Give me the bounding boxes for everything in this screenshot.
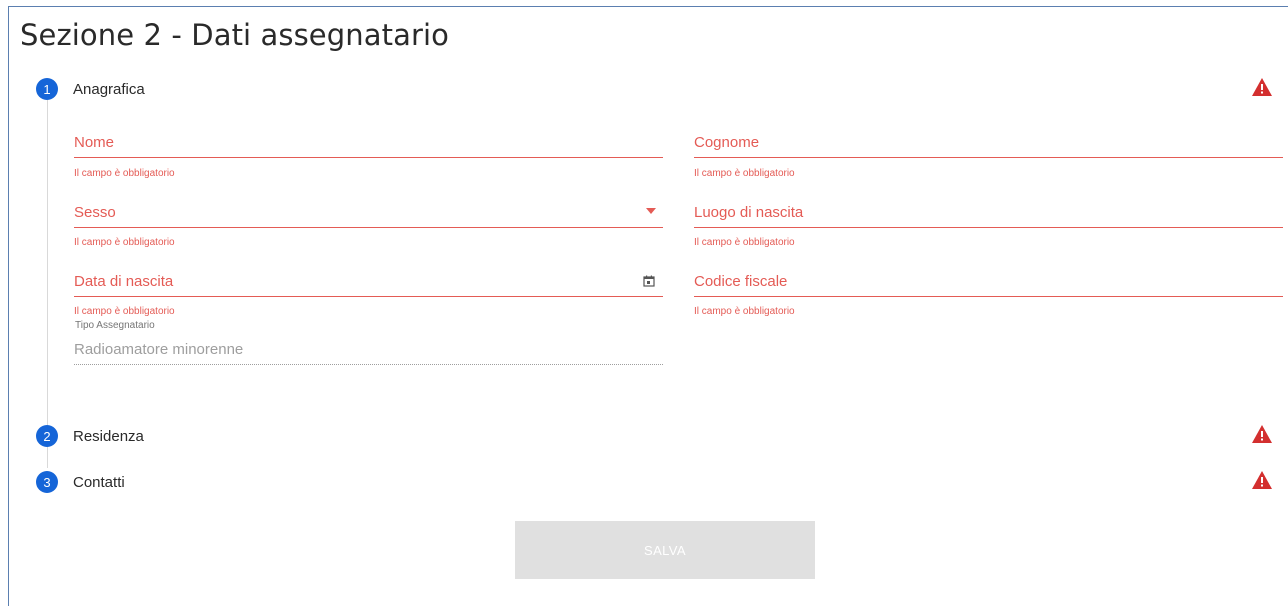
page-title: Sezione 2 - Dati assegnatario (20, 18, 449, 52)
panel-border (8, 6, 1288, 606)
step-residenza[interactable]: 2 Residenza (36, 424, 144, 448)
stepper-line (47, 100, 48, 468)
data-nascita-error: Il campo è obbligatorio (74, 306, 175, 317)
nome-error: Il campo è obbligatorio (74, 168, 175, 179)
luogo-nascita-label: Luogo di nascita (694, 204, 804, 221)
save-button[interactable]: SALVA (515, 521, 815, 579)
nome-label: Nome (74, 134, 115, 151)
warning-icon (1252, 425, 1272, 443)
codice-fiscale-error: Il campo è obbligatorio (694, 306, 795, 317)
step-number: 1 (36, 78, 58, 100)
tipo-assegnatario-label: Tipo Assegnatario (75, 320, 155, 331)
cognome-error: Il campo è obbligatorio (694, 168, 795, 179)
sesso-select[interactable]: Sesso (74, 188, 663, 228)
warning-icon (1252, 78, 1272, 96)
codice-fiscale-field[interactable]: Codice fiscale (694, 257, 1283, 297)
step-number: 3 (36, 471, 58, 493)
step-anagrafica[interactable]: 1 Anagrafica (36, 77, 145, 101)
step-label: Anagrafica (73, 80, 145, 98)
cognome-field[interactable]: Cognome (694, 118, 1283, 158)
cognome-label: Cognome (694, 134, 760, 151)
dropdown-arrow-icon[interactable] (645, 207, 657, 215)
codice-fiscale-label: Codice fiscale (694, 273, 788, 290)
sesso-label: Sesso (74, 204, 116, 221)
data-nascita-field[interactable]: Data di nascita (74, 257, 663, 297)
warning-icon (1252, 471, 1272, 489)
step-contatti[interactable]: 3 Contatti (36, 470, 125, 494)
nome-field[interactable]: Nome (74, 118, 663, 158)
step-number: 2 (36, 425, 58, 447)
calendar-icon[interactable] (643, 275, 655, 287)
data-nascita-label: Data di nascita (74, 273, 174, 290)
sesso-error: Il campo è obbligatorio (74, 237, 175, 248)
tipo-assegnatario-value: Radioamatore minorenne (74, 341, 244, 358)
step-label: Contatti (73, 473, 125, 491)
luogo-nascita-error: Il campo è obbligatorio (694, 237, 795, 248)
step-label: Residenza (73, 427, 144, 445)
tipo-assegnatario-field: Radioamatore minorenne (74, 335, 663, 365)
luogo-nascita-field[interactable]: Luogo di nascita (694, 188, 1283, 228)
